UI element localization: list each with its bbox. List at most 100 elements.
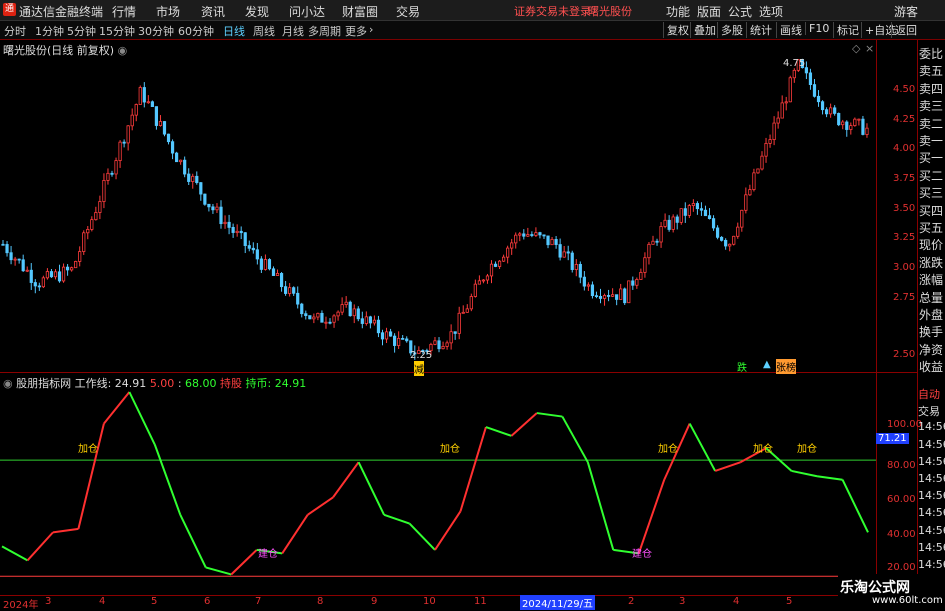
candle-body [70,267,74,271]
xaxis-divider [0,595,917,596]
indicator-chart[interactable] [0,388,876,595]
candle-body [635,279,639,286]
candle-body [582,276,586,287]
menu-discover[interactable]: 发现 [245,3,269,20]
period-tab[interactable]: 周线 [253,23,275,39]
period-tab[interactable]: 60分钟 [178,23,214,39]
candle-body [393,335,397,346]
login-notice[interactable]: 证券交易未登录 [514,3,591,19]
menu-options[interactable]: 选项 [759,3,783,20]
menu-quotes[interactable]: 行情 [112,3,136,20]
event-tag[interactable]: 跌 [737,359,747,374]
trade-field-label: 14:56 [918,523,945,537]
candle-body [5,244,9,254]
adjust-button[interactable]: 复权 [663,22,689,38]
quote-field-label: 卖二 [919,116,944,131]
event-tag[interactable]: 张榜 [776,359,796,374]
multi-stock-button[interactable]: 多股 [717,22,743,38]
period-tab-day[interactable]: 日线 [223,23,245,39]
quote-field-label: 卖一 [919,134,944,148]
candle-body [312,316,316,320]
indicator-segment [714,461,741,472]
event-tag[interactable]: 减 [414,361,424,376]
candle-body [316,312,320,318]
quote-field-label: 委比 [919,47,944,61]
period-tab[interactable]: 1分钟 [35,23,64,39]
candle-body [275,273,280,276]
candle-body [207,203,211,208]
indicator-segment [179,514,207,568]
price-chart[interactable] [0,40,876,372]
x-tick: 9 [371,596,378,607]
guest-label[interactable]: 游客 [894,3,918,20]
indicator-segment [408,522,436,551]
candle-body [853,118,857,127]
menu-market[interactable]: 市场 [156,3,180,20]
period-tab[interactable]: 月线 [282,23,304,39]
menu-ask[interactable]: 问小达 [289,3,325,20]
candle-body [473,283,477,297]
period-tab[interactable]: 5分钟 [67,23,96,39]
chevron-right-icon[interactable]: › [369,23,373,36]
back-button[interactable]: 返回 [891,22,917,38]
candle-body [772,122,776,141]
candle-body [651,240,655,245]
quote-field-label: 买二 [919,168,944,183]
stats-button[interactable]: 统计 [746,22,772,38]
candle-body [740,209,744,228]
candle-body [655,240,659,243]
menu-formula[interactable]: 公式 [728,3,752,20]
candle-body [219,206,223,225]
x-tick: 3 [45,596,52,607]
candle-body [146,101,150,104]
menu-wealth[interactable]: 财富圈 [342,3,378,20]
menu-news[interactable]: 资讯 [201,3,225,20]
candle-body [259,258,263,270]
menu-trade[interactable]: 交易 [396,3,420,20]
candle-body [566,251,570,254]
candle-body [833,107,837,114]
candle-body [336,311,340,317]
x-tick: 3 [679,596,686,607]
candle-body [441,345,445,350]
candle-body [776,117,780,124]
y-tick: 100.00 [887,419,922,430]
period-tab[interactable]: 多周期 [308,23,341,39]
candle-body [845,121,849,130]
candle-body [445,342,449,347]
menu-layout[interactable]: 版面 [697,3,721,20]
draw-button[interactable]: 画线 [776,22,802,38]
trade-field-label: 14:56 [918,437,945,451]
indicator-segment [128,391,156,446]
candle-body [732,235,736,245]
candle-body [247,245,251,249]
candle-body [627,280,631,304]
candle-body [243,232,247,246]
y-tick: 3.50 [893,203,916,214]
period-bar: 分时 1分钟 5分钟 15分钟 30分钟 60分钟 日线 周线 月线 多周期 更… [0,21,945,40]
candle-body [695,203,700,210]
period-tab[interactable]: 30分钟 [138,23,174,39]
candle-body [812,84,817,97]
candle-body [114,160,118,175]
period-tab[interactable]: 分时 [4,23,26,39]
candle-body [376,319,381,334]
period-tab[interactable]: 15分钟 [99,23,135,39]
indicator-segment [586,461,615,551]
x-tick: 4 [733,596,740,607]
overlay-button[interactable]: 叠加 [690,22,716,38]
candle-body [720,236,724,241]
period-tab-more[interactable]: 更多 [345,23,367,39]
candle-body [861,118,865,135]
indicator-segment [230,549,258,576]
candle-body [170,141,175,154]
x-tick: 8 [317,596,324,607]
candle-body [368,316,372,324]
candle-body [623,288,627,304]
mark-button[interactable]: 标记 [833,22,859,38]
candle-body [671,216,675,230]
candle-body [29,269,33,283]
menu-function[interactable]: 功能 [666,3,690,20]
f10-button[interactable]: F10 [805,22,829,35]
candle-body [736,226,740,237]
